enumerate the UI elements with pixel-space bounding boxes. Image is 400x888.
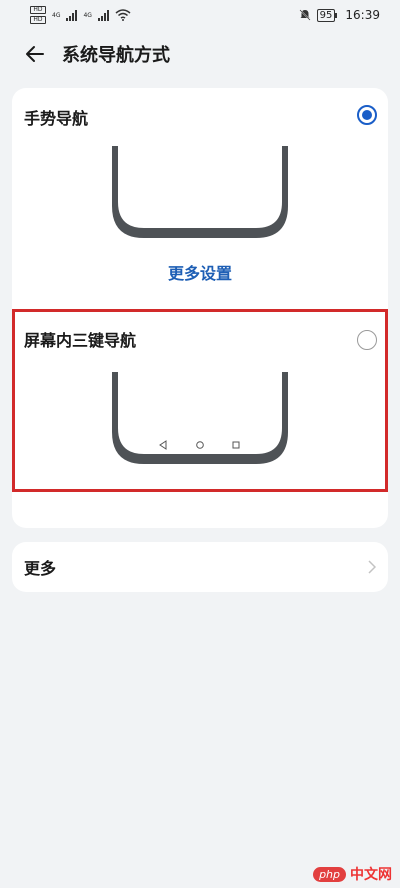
three-key-phone-illustration: [112, 372, 288, 464]
gesture-phone-illustration: [112, 146, 288, 238]
network-2-label: 4G: [83, 11, 92, 19]
more-row[interactable]: 更多: [12, 542, 388, 592]
option-label: 手势导航: [24, 109, 89, 128]
three-key-navigation-option[interactable]: 屏幕内三键导航: [12, 310, 388, 490]
signal-icon: [97, 9, 109, 21]
watermark-badge: php: [313, 866, 346, 882]
signal-icon: [66, 9, 78, 21]
sim-indicators: HD HD: [30, 6, 46, 24]
status-time: 16:39: [345, 8, 380, 22]
battery-icon: 95: [316, 8, 338, 22]
sim1-badge: HD: [30, 6, 46, 14]
triangle-back-icon: [159, 440, 167, 450]
back-button[interactable]: [0, 38, 60, 70]
more-label: 更多: [24, 559, 57, 578]
page-title: 系统导航方式: [62, 45, 170, 66]
gesture-navigation-option[interactable]: 手势导航 更多设置: [12, 88, 388, 298]
watermark: php 中文网: [313, 864, 392, 884]
navigation-options-card: 手势导航 更多设置 屏幕内三键导航: [12, 88, 388, 528]
network-1-label: 4G: [52, 11, 61, 19]
sim2-badge: HD: [30, 16, 46, 24]
status-left: HD HD 4G 4G: [30, 6, 131, 24]
radio-selected[interactable]: [357, 105, 377, 125]
mute-bell-icon: [299, 9, 311, 21]
status-bar: HD HD 4G 4G 95 16:39: [0, 0, 400, 30]
radio-unselected[interactable]: [357, 330, 377, 350]
wifi-icon: [115, 9, 131, 21]
back-arrow-icon: [26, 46, 44, 62]
page-header: 系统导航方式: [0, 38, 400, 70]
chevron-right-icon: [368, 560, 376, 574]
circle-home-icon: [196, 441, 204, 449]
more-settings-link[interactable]: 更多设置: [12, 260, 388, 284]
watermark-text: 中文网: [350, 867, 392, 883]
status-right: 95 16:39: [299, 8, 380, 22]
square-recents-icon: [232, 441, 240, 449]
option-label: 屏幕内三键导航: [24, 331, 137, 350]
